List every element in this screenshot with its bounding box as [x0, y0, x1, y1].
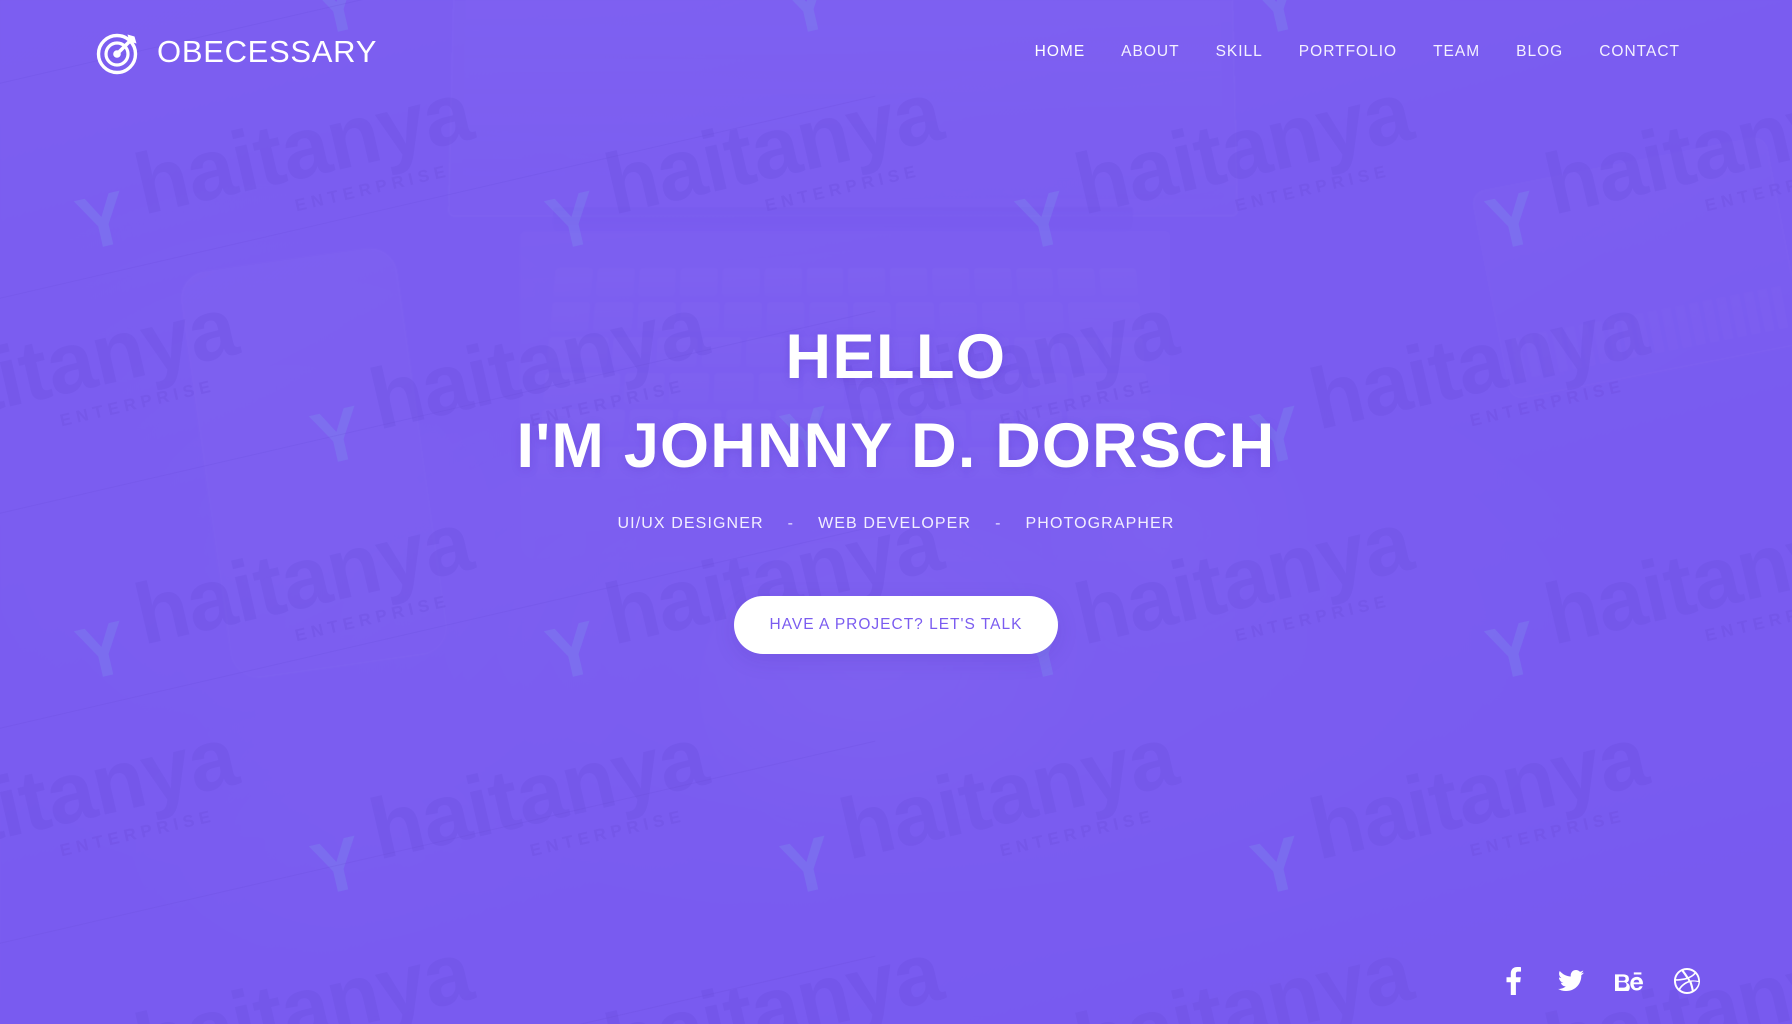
nav-link-blog[interactable]: BLOG: [1498, 33, 1581, 71]
role-separator: -: [787, 514, 795, 532]
nav-link-portfolio[interactable]: PORTFOLIO: [1281, 33, 1415, 71]
hero-section: YhaitanyaENTERPRISEYhaitanyaENTERPRISEYh…: [0, 0, 1792, 1024]
role-separator: -: [995, 514, 1002, 532]
brand-logo-link[interactable]: OBECESSARY: [96, 29, 377, 75]
nav-link-team[interactable]: TEAM: [1415, 33, 1498, 71]
social-link-twitter[interactable]: [1558, 966, 1584, 996]
main-navigation: HOME ABOUT SKILL PORTFOLIO TEAM BLOG CONTACT: [1017, 33, 1698, 71]
site-header: OBECESSARY HOME ABOUT SKILL PORTFOLIO TEAM BL…: [0, 0, 1792, 104]
nav-link-skill[interactable]: SKILL: [1198, 33, 1281, 71]
twitter-icon: [1558, 970, 1584, 992]
nav-link-about[interactable]: ABOUT: [1103, 33, 1197, 71]
nav-link-home[interactable]: HOME: [1017, 33, 1104, 71]
social-links-bar: [1500, 966, 1700, 996]
contact-cta-button[interactable]: HAVE A PROJECT? LET'S TALK: [733, 595, 1059, 654]
hero-role-item: PHOTOGRAPHER: [1025, 514, 1175, 532]
hero-role-list: UI/UX DESIGNER - WEB DEVELOPER - PHOTOGRAPHE…: [616, 515, 1177, 533]
hero-content: HELLO I'M JOHNNY D. DORSCH UI/UX DESIGNE…: [0, 0, 1792, 1024]
dribbble-icon: [1674, 968, 1700, 994]
social-link-behance[interactable]: [1615, 966, 1643, 996]
facebook-icon: [1506, 967, 1521, 995]
social-link-dribbble[interactable]: [1674, 966, 1700, 996]
hero-name-heading: I'M JOHNNY D. DORSCH: [516, 410, 1276, 481]
social-link-facebook[interactable]: [1500, 966, 1526, 996]
target-bullseye-arrow-icon: [96, 29, 142, 75]
behance-icon: [1615, 971, 1643, 991]
hero-greeting: HELLO: [785, 322, 1007, 393]
hero-role-item: WEB DEVELOPER: [818, 514, 972, 532]
hero-role-item: UI/UX DESIGNER: [617, 514, 764, 532]
brand-name: OBECESSARY: [157, 34, 378, 69]
nav-link-contact[interactable]: CONTACT: [1581, 33, 1698, 71]
